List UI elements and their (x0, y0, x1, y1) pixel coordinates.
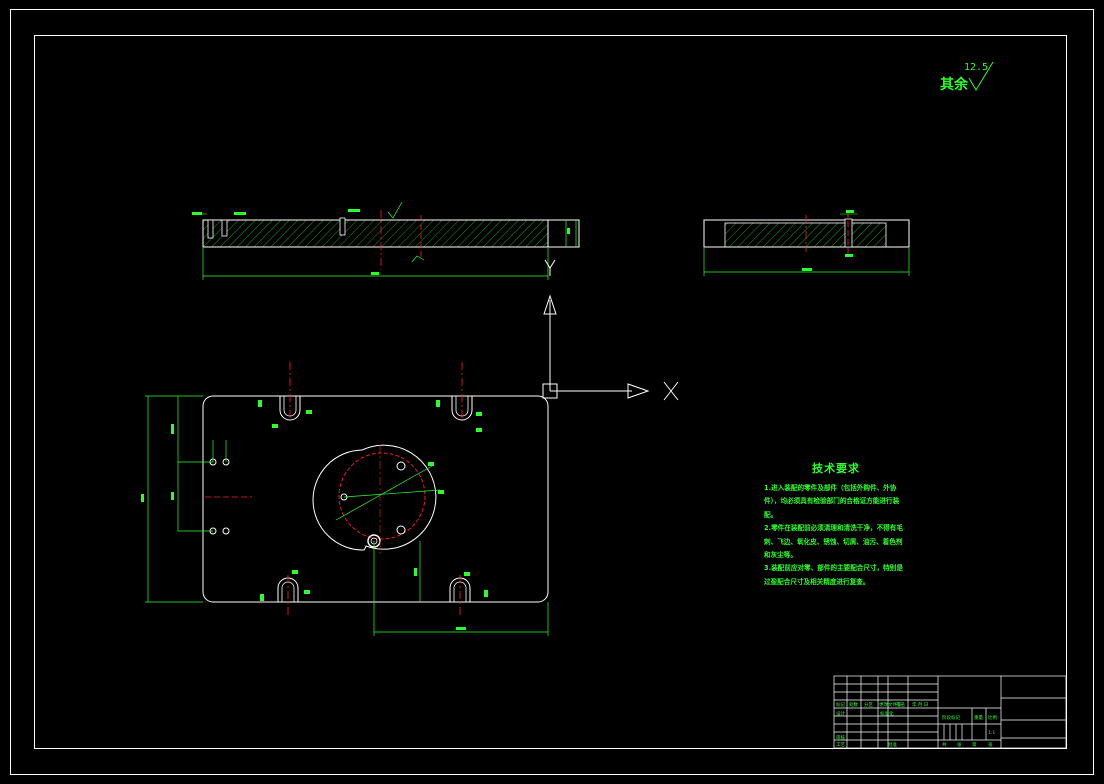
tb-label-zone: 分区 (864, 703, 873, 708)
front-section-view (192, 201, 580, 280)
tb-label-sheets-b: 张 (988, 743, 993, 748)
tb-label-approve: 批准 (888, 743, 897, 748)
tb-scale-value: 1:1 (988, 731, 996, 736)
tb-label-total: 共 (942, 743, 947, 748)
ucs-axes (542, 259, 679, 401)
tech-requirements-title: 技术要求 (812, 462, 860, 475)
tb-label-mark: 标记 (836, 703, 845, 708)
tech-requirement-item: 2.零件在装配前必须清理和清洗干净，不得有毛刺、飞边、氧化皮、锈蚀、切屑、油污、… (764, 524, 903, 560)
cad-drawing (10, 9, 1094, 775)
side-section-view (703, 210, 910, 276)
tb-label-standard: 标准化 (880, 712, 894, 717)
tb-label-review: 审核 (836, 736, 845, 741)
tb-label-date: 年.月.日 (912, 703, 929, 708)
tech-requirements-list: 1.进入装配的零件及部件（包括外购件、外协件），均必须具有检验部门的合格证方能进… (764, 482, 906, 589)
roughness-prefix: 其余 (940, 77, 968, 93)
tb-label-count: 处数 (849, 703, 858, 708)
tech-requirement-item: 3.装配前应对零、部件的主要配合尺寸，特别是过盈配合尺寸及相关精度进行复查。 (764, 564, 903, 586)
title-block (833, 675, 1067, 749)
tb-label-process: 工艺 (836, 743, 845, 748)
tb-label-weight: 重量 (974, 716, 983, 721)
tb-label-design: 设计 (836, 712, 845, 717)
inner-frame (34, 35, 1067, 749)
tech-requirement-item: 1.进入装配的零件及部件（包括外购件、外协件），均必须具有检验部门的合格证方能进… (764, 484, 900, 519)
tb-label-sign: 签名 (896, 703, 905, 708)
tb-label-sheets-a: 张 (957, 743, 962, 748)
tb-label-stage: 阶段标记 (942, 716, 960, 721)
tb-label-scale: 比例 (988, 716, 997, 721)
tb-label-number: 第 (972, 743, 977, 748)
roughness-value: 12.5 (964, 62, 989, 73)
outer-frame (10, 9, 1094, 775)
plan-view (141, 362, 549, 636)
